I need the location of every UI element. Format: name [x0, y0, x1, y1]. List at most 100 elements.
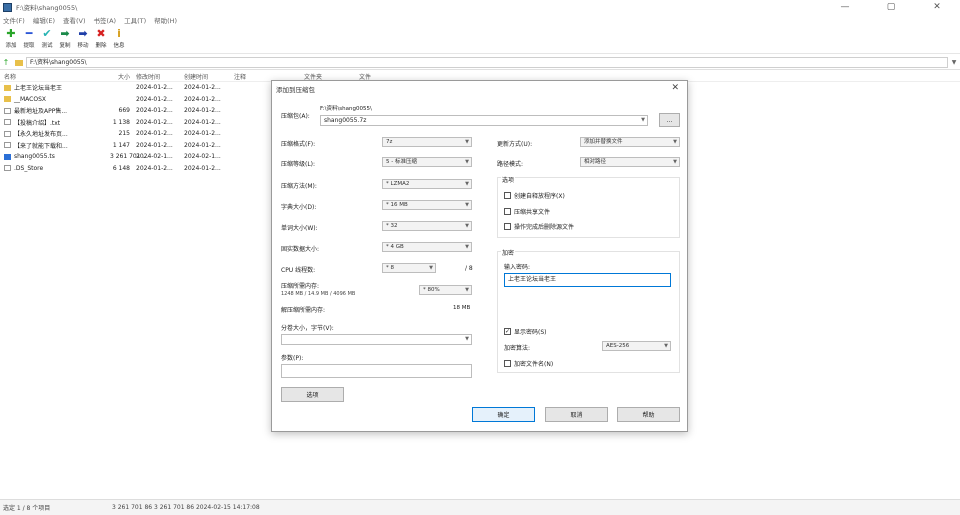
file-name: shang0055.ts [14, 153, 55, 161]
file-size: 3 261 701 ... [110, 153, 149, 161]
ok-button[interactable]: 确定 [472, 407, 535, 422]
status-selection: 选定 1 / 8 个项目 [3, 505, 51, 512]
file-name: 【来了就能下载和... [14, 142, 68, 150]
chevron-down-icon[interactable]: ▼ [948, 59, 960, 66]
document-icon [4, 107, 11, 114]
menu-tools[interactable]: 工具(T) [124, 15, 146, 25]
extract-button[interactable]: ━ 提取 [20, 27, 38, 53]
column-name[interactable]: 名称 [0, 72, 110, 81]
show-password-checkbox[interactable]: ✓ 显示密码(S) [504, 327, 547, 336]
maximize-button[interactable]: ▢ [868, 0, 914, 14]
memory-usage-value: * 80% [423, 287, 440, 293]
extract-label: 提取 [23, 43, 35, 49]
checkbox-box [504, 208, 511, 215]
dialog-close-icon[interactable]: ✕ [671, 83, 679, 93]
column-modified[interactable]: 修改时间 [130, 72, 182, 81]
test-button[interactable]: ✔ 测试 [38, 27, 56, 53]
chevron-down-icon: ▼ [465, 223, 469, 229]
cpu-threads-select[interactable]: * 8 ▼ [382, 263, 436, 273]
encryption-method-select[interactable]: AES-256 ▼ [602, 341, 671, 351]
file-size: 1 138 [112, 118, 130, 126]
chevron-down-icon: ▼ [465, 244, 469, 250]
column-created[interactable]: 创建时间 [182, 72, 234, 81]
file-modified: 2024-01-2... [136, 107, 173, 115]
archive-name-input[interactable]: shang0055.7z ▼ [320, 115, 648, 126]
options-button[interactable]: 选项 [281, 387, 344, 402]
encrypt-names-checkbox[interactable]: 加密文件名(N) [504, 359, 553, 368]
file-modified: 2024-01-2... [136, 95, 173, 103]
up-folder-icon[interactable]: ↑ [0, 58, 12, 67]
method-select[interactable]: * LZMA2 ▼ [382, 179, 472, 189]
memory-label: 压缩所需内存: [281, 283, 320, 290]
add-button[interactable]: ✚ 添加 [2, 27, 20, 53]
checkbox-box: ✓ [504, 328, 511, 335]
encryption-group-title: 加密 [501, 248, 516, 257]
word-size-value: * 32 [386, 223, 398, 229]
file-name: 最新地址及APP售... [14, 108, 68, 116]
menu-file[interactable]: 文件(F) [3, 15, 25, 25]
create-sfx-checkbox[interactable]: 创建自释放程序(X) [504, 191, 565, 200]
path-input[interactable]: F:\资料\shang0055\ [26, 57, 948, 68]
memory-detail: 1248 MB / 14.9 MB / 4096 MB [281, 291, 356, 297]
file-size: 215 [118, 130, 130, 138]
update-mode-select[interactable]: 添加并替换文件 ▼ [580, 137, 680, 147]
menu-help[interactable]: 帮助(H) [154, 15, 177, 25]
file-created: 2024-01-2... [184, 95, 221, 103]
menu-bookmarks[interactable]: 书签(A) [94, 15, 117, 25]
path-mode-value: 相对路径 [584, 159, 607, 165]
compress-shared-checkbox[interactable]: 压缩共享文件 [504, 207, 550, 216]
solid-block-select[interactable]: * 4 GB ▼ [382, 242, 472, 252]
file-name: 【投稿介绍】.txt [14, 119, 61, 127]
split-volume-input[interactable]: ▼ [281, 334, 472, 345]
memory-usage-select[interactable]: * 80% ▼ [419, 285, 472, 295]
cpu-threads-total: / 8 [465, 265, 473, 272]
document-icon [4, 119, 11, 126]
dictionary-select[interactable]: * 16 MB ▼ [382, 200, 472, 210]
close-button[interactable]: ✕ [914, 0, 960, 14]
level-value: 5 - 标准压缩 [386, 159, 417, 165]
decompress-memory-label: 解压缩所需内存: [281, 307, 326, 314]
dialog-title: 添加到压缩包 [276, 86, 315, 94]
document-icon [4, 165, 11, 172]
test-icon: ✔ [42, 27, 52, 40]
file-size: 6 148 [112, 164, 130, 172]
chevron-down-icon: ▼ [429, 265, 433, 271]
move-label: 移动 [77, 43, 89, 49]
format-select[interactable]: 7z ▼ [382, 137, 472, 147]
chevron-down-icon: ▼ [465, 181, 469, 187]
delete-button[interactable]: ✖ 删除 [92, 27, 110, 53]
chevron-down-icon: ▼ [465, 202, 469, 208]
file-name: 【永久地址发布页... [14, 131, 68, 139]
document-icon [4, 130, 11, 137]
file-modified: 2024-01-2... [136, 164, 173, 172]
menu-edit[interactable]: 编辑(E) [33, 15, 55, 25]
delete-after-checkbox[interactable]: 操作完成后删除源文件 [504, 222, 574, 231]
checkbox-box [504, 223, 511, 230]
column-size[interactable]: 大小 [110, 72, 130, 81]
help-button[interactable]: 帮助 [617, 407, 680, 422]
file-created: 2024-01-2... [184, 130, 221, 138]
path-mode-select[interactable]: 相对路径 ▼ [580, 157, 680, 167]
info-button[interactable]: i 信息 [110, 27, 128, 53]
word-size-label: 单词大小(W): [281, 225, 318, 232]
chevron-down-icon[interactable]: ▼ [641, 116, 645, 125]
level-select[interactable]: 5 - 标准压缩 ▼ [382, 157, 472, 167]
delete-icon: ✖ [96, 27, 106, 40]
folder-icon [4, 96, 11, 103]
file-size: 1 147 [112, 141, 130, 149]
menu-view[interactable]: 查看(V) [63, 15, 86, 25]
password-input[interactable]: 上老王论坛当老王 [504, 273, 671, 287]
minimize-button[interactable]: — [822, 0, 868, 14]
chevron-down-icon: ▼ [465, 336, 469, 342]
chevron-down-icon: ▼ [465, 287, 469, 293]
copy-button[interactable]: ➡ 复制 [56, 27, 74, 53]
move-button[interactable]: ➡ 移动 [74, 27, 92, 53]
split-volume-label: 分卷大小，字节(V): [281, 325, 334, 332]
folder-icon [15, 59, 23, 66]
chevron-down-icon: ▼ [664, 343, 668, 349]
parameters-input[interactable] [281, 364, 472, 378]
word-size-select[interactable]: * 32 ▼ [382, 221, 472, 231]
browse-button[interactable]: ... [659, 113, 680, 127]
file-modified: 2024-01-2... [136, 141, 173, 149]
cancel-button[interactable]: 取消 [545, 407, 608, 422]
